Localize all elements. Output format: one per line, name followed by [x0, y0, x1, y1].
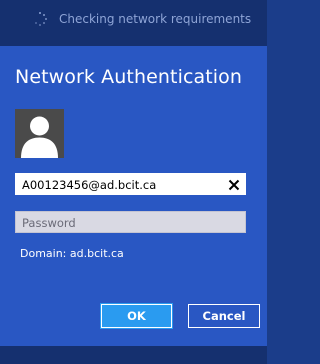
user-silhouette-icon [15, 109, 64, 158]
password-placeholder: Password [22, 216, 76, 230]
password-field[interactable]: Password [15, 211, 246, 233]
cancel-button[interactable]: Cancel [188, 304, 260, 328]
loading-spinner-icon [33, 12, 47, 26]
close-x-icon[interactable] [227, 177, 241, 191]
status-bar: Checking network requirements [0, 0, 267, 46]
domain-label: Domain: ad.bcit.ca [20, 247, 124, 260]
dialog-title: Network Authentication [15, 66, 243, 88]
status-text: Checking network requirements [59, 12, 252, 26]
username-value: A00123456@ad.bcit.ca [22, 178, 157, 192]
ok-button[interactable]: OK [100, 303, 173, 329]
bottom-bar [0, 346, 267, 364]
network-auth-dialog: Network Authentication A00123456@ad.bcit… [0, 46, 267, 346]
username-field[interactable]: A00123456@ad.bcit.ca [15, 173, 246, 195]
